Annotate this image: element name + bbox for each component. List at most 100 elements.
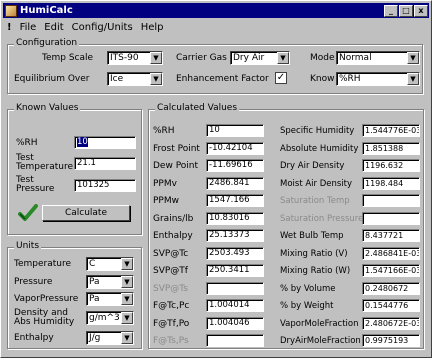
calc-right-value[interactable]: 8.437721 <box>362 229 420 242</box>
calculate-button[interactable]: Calculate <box>42 205 130 221</box>
chevron-down-icon[interactable]: ▼ <box>121 276 133 288</box>
app-icon <box>5 4 17 17</box>
known-values-legend: Known Values <box>14 103 81 113</box>
window-title: HumiCalc <box>20 5 73 16</box>
menu-file[interactable]: File <box>20 22 37 33</box>
chevron-down-icon[interactable]: ▼ <box>121 332 133 344</box>
configuration-legend: Configuration <box>14 38 80 48</box>
calc-right-label: Wet Bulb Temp <box>280 231 344 241</box>
equilibrium-label: Equilibrium Over <box>14 74 90 84</box>
units-group: Units Temperature C ▼ Pressure Pa ▼ Vapo… <box>7 241 142 349</box>
carrier-gas-select[interactable]: Dry Air ▼ <box>230 51 290 65</box>
unit-temperature-label: Temperature <box>14 259 72 269</box>
calc-left-value[interactable]: 10 <box>206 124 264 137</box>
calculated-values-legend: Calculated Values <box>155 103 240 113</box>
unit-pressure-select[interactable]: Pa ▼ <box>86 275 134 289</box>
calc-right-value[interactable]: 1.547166E-03 <box>362 264 420 277</box>
calc-right-value[interactable]: 1196.632 <box>362 159 420 172</box>
calc-right-label: Saturation Pressure <box>280 213 364 224</box>
test-temperature-input[interactable]: 21.1 <box>74 157 136 170</box>
calc-left-value[interactable]: 25.13373 <box>206 229 264 242</box>
test-temperature-label-line2: Temperature <box>16 162 74 172</box>
equilibrium-select[interactable]: Ice ▼ <box>107 72 163 86</box>
calc-left-label: Grains/lb <box>153 213 194 224</box>
units-legend: Units <box>14 241 42 251</box>
know-select[interactable]: %RH ▼ <box>336 72 420 86</box>
menu-help[interactable]: Help <box>141 22 164 33</box>
calc-left-value[interactable]: 1.004046 <box>206 316 264 330</box>
close-button[interactable]: x <box>414 4 428 17</box>
calc-right-value[interactable]: 2.480672E-03 <box>362 316 420 330</box>
known-rh-input[interactable]: 10 <box>74 136 136 149</box>
unit-temperature-select[interactable]: C ▼ <box>86 257 134 271</box>
test-pressure-label-line2: Pressure <box>16 184 55 194</box>
enhancement-factor-checkbox[interactable]: ✓ <box>275 72 287 84</box>
calc-right-value[interactable] <box>362 211 420 225</box>
checkmark-icon <box>18 204 38 221</box>
maximize-button[interactable]: □ <box>399 4 413 17</box>
calc-right-value[interactable]: 0.1544776 <box>362 299 420 312</box>
unit-density-select[interactable]: g/m^3 ▼ <box>86 311 134 325</box>
calc-left-label: SVP@Tf <box>153 266 188 276</box>
calc-right-label: Absolute Humidity <box>280 143 359 154</box>
calc-right-label: DryAirMoleFraction <box>280 336 361 346</box>
calc-left-label: SVP@Ts <box>153 283 188 294</box>
chevron-down-icon[interactable]: ▼ <box>150 73 162 85</box>
calc-left-value[interactable]: -10.42104 <box>206 141 264 155</box>
chevron-down-icon[interactable]: ▼ <box>277 52 289 64</box>
calc-left-value[interactable]: -11.69616 <box>206 159 264 172</box>
calc-left-label: Dew Point <box>153 161 199 171</box>
unit-vaporpressure-label: VaporPressure <box>14 294 79 304</box>
calc-left-value[interactable] <box>206 281 264 295</box>
calc-left-label: F@Ts,Ps <box>153 336 189 346</box>
mode-select[interactable]: Normal ▼ <box>336 51 420 65</box>
calc-right-label: % by Volume <box>280 283 336 294</box>
chevron-down-icon[interactable]: ▼ <box>407 52 419 64</box>
calc-left-value[interactable]: 2486.841 <box>206 176 264 190</box>
calc-right-value[interactable]: 1198.484 <box>362 176 420 190</box>
calc-left-value[interactable] <box>206 334 264 347</box>
unit-vaporpressure-select[interactable]: Pa ▼ <box>86 292 134 306</box>
test-pressure-input[interactable]: 101325 <box>74 179 136 192</box>
mode-label: Mode <box>310 53 335 63</box>
chevron-down-icon[interactable]: ▼ <box>150 52 162 64</box>
unit-enthalpy-label: Enthalpy <box>14 333 54 343</box>
calc-right-label: Mixing Ratio (W) <box>280 266 351 276</box>
chevron-down-icon[interactable]: ▼ <box>121 293 133 305</box>
calc-right-value[interactable]: 0.2480672 <box>362 281 420 295</box>
calc-left-value[interactable]: 1547.166 <box>206 194 264 207</box>
calc-right-value[interactable]: 2.486841E-03 <box>362 246 420 260</box>
temp-scale-label: Temp Scale <box>42 53 94 63</box>
unit-enthalpy-select[interactable]: J/g ▼ <box>86 331 134 345</box>
unit-pressure-value: Pa <box>89 277 100 287</box>
calc-right-value[interactable]: 1.544776E-03 <box>362 124 420 137</box>
calc-left-value[interactable]: 2503.493 <box>206 246 264 260</box>
calc-right-label: Mixing Ratio (V) <box>280 248 348 259</box>
menu-config-units[interactable]: Config/Units <box>72 22 133 33</box>
title-bar[interactable]: HumiCalc _ □ x <box>3 3 429 18</box>
calc-left-value[interactable]: 10.83016 <box>206 211 264 225</box>
calc-right-value[interactable] <box>362 194 420 207</box>
menu-edit[interactable]: Edit <box>44 22 63 33</box>
temp-scale-select[interactable]: ITS-90 ▼ <box>107 51 163 65</box>
calc-left-label: Frost Point <box>153 143 200 154</box>
known-values-group: Known Values %RH 10 Test Temperature 21.… <box>7 103 142 235</box>
carrier-gas-label: Carrier Gas <box>176 53 227 63</box>
calc-right-value[interactable]: 0.9975193 <box>362 334 420 347</box>
calc-left-value[interactable]: 250.3411 <box>206 264 264 277</box>
calc-right-label: Saturation Temp <box>280 196 350 206</box>
unit-pressure-label: Pressure <box>14 277 53 287</box>
calc-right-value[interactable]: 1.851388 <box>362 141 420 155</box>
menu-bang[interactable]: ! <box>7 22 12 33</box>
know-value: %RH <box>339 74 361 84</box>
chevron-down-icon[interactable]: ▼ <box>407 73 419 85</box>
enhancement-factor-label: Enhancement Factor <box>176 74 269 84</box>
chevron-down-icon[interactable]: ▼ <box>121 258 133 270</box>
minimize-button[interactable]: _ <box>384 4 398 17</box>
chevron-down-icon[interactable]: ▼ <box>121 312 133 324</box>
calc-left-value[interactable]: 1.004014 <box>206 299 264 312</box>
calc-left-label: SVP@Tc <box>153 248 189 259</box>
main-window: HumiCalc _ □ x ! File Edit Config/Units … <box>0 0 432 358</box>
calc-left-label: F@Tc,Pc <box>153 301 190 311</box>
unit-vaporpressure-value: Pa <box>89 294 100 304</box>
